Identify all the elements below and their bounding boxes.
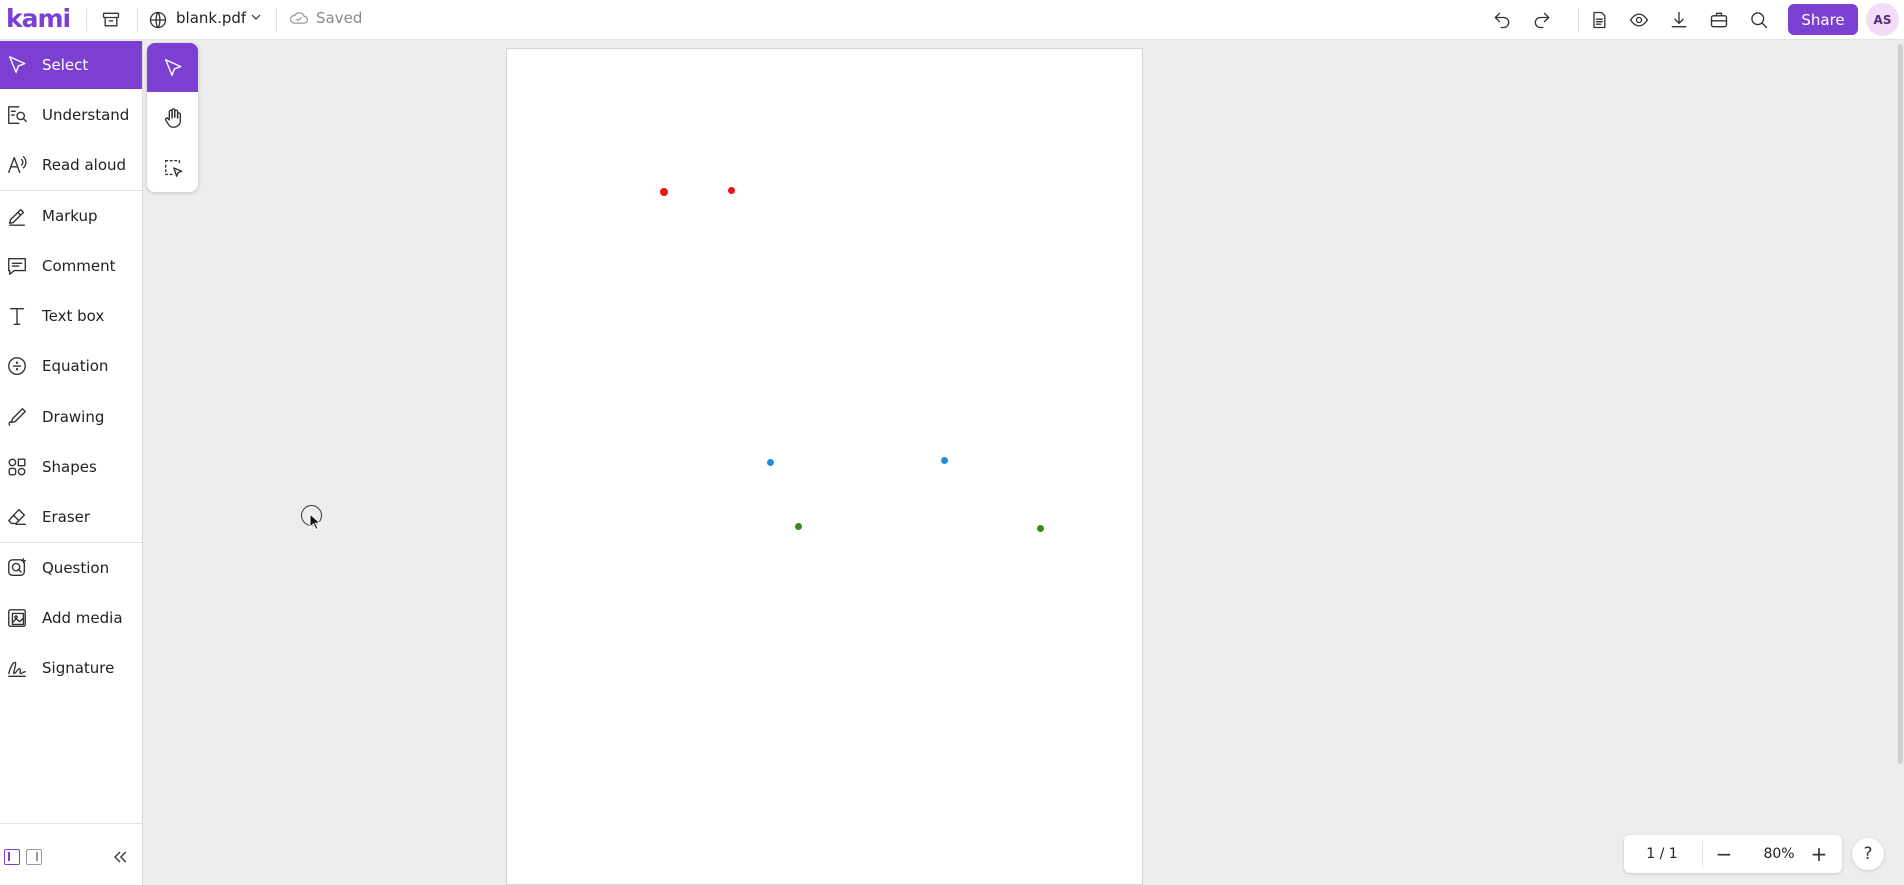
signature-icon <box>6 657 28 679</box>
sidebar-item-question[interactable]: Question <box>0 544 142 592</box>
zoom-in-button[interactable]: + <box>1807 842 1831 866</box>
zoom-level[interactable]: 80% <box>1749 835 1809 873</box>
file-name[interactable]: blank.pdf <box>176 9 246 27</box>
sidebar-item-shapes[interactable]: Shapes <box>0 443 142 491</box>
chevron-down-icon[interactable] <box>248 9 266 29</box>
share-button[interactable]: Share <box>1788 4 1858 35</box>
equation-icon <box>6 355 28 377</box>
sidebar-item-text-box[interactable]: Text box <box>0 292 142 340</box>
divider <box>137 8 138 32</box>
redo-icon[interactable] <box>1528 6 1556 34</box>
sidebar-item-read-aloud[interactable]: Read aloud <box>0 141 142 189</box>
save-status-label: Saved <box>316 9 363 27</box>
divider <box>0 190 142 191</box>
understand-icon <box>6 104 28 126</box>
sidebar-item-comment[interactable]: Comment <box>0 242 142 290</box>
divider <box>276 8 277 32</box>
search-icon[interactable] <box>1745 6 1773 34</box>
read-aloud-icon <box>6 154 28 176</box>
download-icon[interactable] <box>1665 6 1693 34</box>
select-subtools <box>147 43 198 192</box>
split-layout-icon[interactable] <box>26 849 42 865</box>
sidebar-item-label: Drawing <box>42 408 105 426</box>
sidebar-item-markup[interactable]: Markup <box>0 192 142 240</box>
area-select-icon[interactable] <box>147 143 198 192</box>
top-toolbar: kami blank.pdf Saved Share AS <box>0 0 1904 40</box>
zoom-out-button[interactable]: − <box>1712 842 1736 866</box>
kami-logo[interactable]: kami <box>6 4 71 33</box>
help-button[interactable]: ? <box>1852 838 1884 870</box>
sidebar-item-label: Signature <box>42 659 115 677</box>
pdf-page[interactable] <box>506 48 1143 885</box>
sidebar-item-label: Equation <box>42 357 109 375</box>
divider <box>0 542 142 543</box>
sidebar-item-label: Add media <box>42 609 123 627</box>
divider <box>0 823 142 824</box>
drawing-icon <box>6 406 28 428</box>
hand-pan-icon[interactable] <box>147 93 198 142</box>
sidebar-item-equation[interactable]: Equation <box>0 342 142 390</box>
sidebar-item-eraser[interactable]: Eraser <box>0 493 142 541</box>
sidebar-item-label: Eraser <box>42 508 91 526</box>
divider <box>1702 841 1703 867</box>
green-dot <box>1037 525 1044 532</box>
question-icon <box>6 557 28 579</box>
avatar[interactable]: AS <box>1866 3 1899 36</box>
red-dot <box>660 188 668 196</box>
eraser-icon <box>6 506 28 528</box>
divider <box>86 8 87 32</box>
blue-dot <box>767 459 774 466</box>
text-box-icon <box>6 305 28 327</box>
sidebar-item-label: Select <box>42 56 89 74</box>
sidebar-item-label: Markup <box>42 207 98 225</box>
sidebar-item-drawing[interactable]: Drawing <box>0 393 142 441</box>
sidebar-item-label: Text box <box>42 307 105 325</box>
sidebar-item-label: Shapes <box>42 458 97 476</box>
undo-icon[interactable] <box>1488 6 1516 34</box>
globe-icon[interactable] <box>144 6 172 34</box>
comment-icon <box>6 255 28 277</box>
document-icon[interactable] <box>1585 6 1613 34</box>
archive-icon[interactable] <box>97 6 125 34</box>
tool-sidebar: Select Understand Read aloud Markup Comm… <box>0 41 143 885</box>
divider <box>1578 8 1579 32</box>
toolbox-icon[interactable] <box>1705 6 1733 34</box>
page-indicator[interactable]: 1 / 1 <box>1624 835 1700 873</box>
sidebar-item-label: Read aloud <box>42 156 127 174</box>
vertical-scrollbar[interactable] <box>1898 44 1903 764</box>
markup-icon <box>6 205 28 227</box>
add-media-icon <box>6 607 28 629</box>
sidebar-item-add-media[interactable]: Add media <box>0 594 142 642</box>
mouse-cursor-icon <box>309 513 322 531</box>
shapes-icon <box>6 456 28 478</box>
green-dot <box>795 523 802 530</box>
eye-icon[interactable] <box>1625 6 1653 34</box>
select-cursor-icon <box>6 54 28 76</box>
single-page-layout-icon[interactable] <box>4 849 20 865</box>
sidebar-item-label: Understand <box>42 106 130 124</box>
blue-dot <box>941 457 948 464</box>
select-pointer-icon[interactable] <box>147 43 198 92</box>
save-status: Saved <box>288 9 362 27</box>
sidebar-item-label: Question <box>42 559 110 577</box>
red-dot <box>728 187 735 194</box>
sidebar-item-understand[interactable]: Understand <box>0 91 142 139</box>
sidebar-item-select[interactable]: Select <box>0 41 142 89</box>
cloud-saved-icon <box>289 12 309 24</box>
sidebar-item-label: Comment <box>42 257 116 275</box>
zoom-controls: 1 / 1 − 80% + <box>1624 835 1842 873</box>
sidebar-item-signature[interactable]: Signature <box>0 644 142 692</box>
collapse-sidebar-icon[interactable] <box>110 847 132 869</box>
